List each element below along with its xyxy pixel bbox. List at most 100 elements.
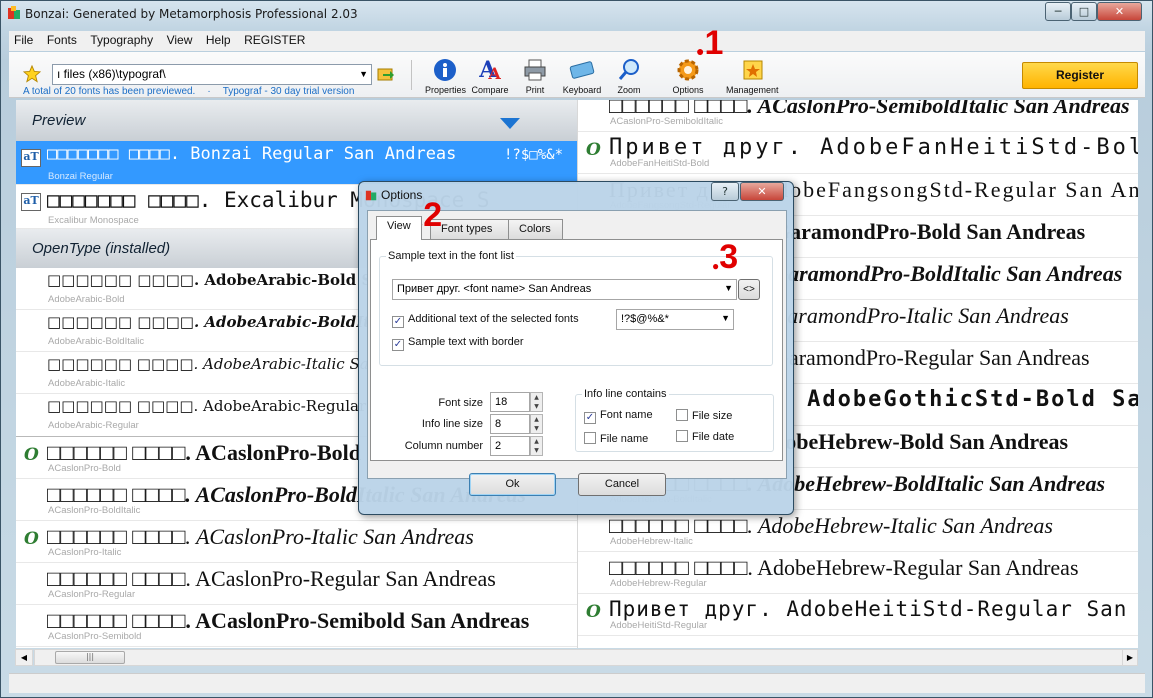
close-window-button[interactable]: ✕ [1097, 2, 1142, 21]
keyboard-icon [569, 57, 595, 83]
font-info: AdobeHebrew-Regular [610, 578, 707, 589]
info-file-size-label: File size [692, 410, 733, 422]
info-line-size-input[interactable]: 8 [490, 414, 530, 434]
zoom-button[interactable]: Zoom [613, 57, 645, 95]
checkbox-checked[interactable]: ✓ [392, 339, 404, 351]
scrollbar-thumb[interactable]: ||| [55, 651, 125, 664]
path-value: ı files (x86)\typograf\ [57, 67, 166, 81]
info-line-group-label: Info line contains [582, 388, 669, 400]
font-row[interactable]: □□□□□□ □□□□. AdobeHebrew-Italic San Andr… [578, 510, 1138, 552]
title-bar[interactable]: Bonzai: Generated by Metamorphosis Profe… [1, 1, 1152, 29]
sample-text-value: Привет друг. <font name> San Andreas [397, 283, 592, 295]
font-info: AdobeHebrew-Italic [610, 536, 693, 547]
chevron-down-icon[interactable]: ▼ [359, 69, 368, 79]
info-line-group: Info line contains ✓ Font name File size … [575, 388, 774, 452]
menu-bar: File Fonts Typography View Help REGISTER [9, 31, 1145, 51]
menu-register[interactable]: REGISTER [239, 31, 310, 49]
checkbox-unchecked[interactable] [676, 430, 688, 442]
info-file-size-checkbox[interactable]: File size [676, 409, 732, 422]
help-button[interactable]: ? [711, 182, 739, 201]
font-row[interactable]: □□□□□□ □□□□. ACaslonPro-Regular San Andr… [16, 563, 577, 605]
tab-colors[interactable]: Colors [508, 219, 563, 239]
checkbox-unchecked[interactable] [676, 409, 688, 421]
font-row-bonzai[interactable]: aT □□□□□□□ □□□□. Bonzai Regular San Andr… [16, 141, 577, 185]
font-size-input[interactable]: 18 [490, 392, 530, 412]
horizontal-scrollbar[interactable]: ||| [34, 649, 1138, 666]
additional-text-checkbox[interactable]: ✓ Additional text of the selected fonts [392, 313, 579, 328]
cancel-button[interactable]: Cancel [578, 473, 666, 496]
font-row[interactable]: □□□□□□ □□□□. ACaslonPro-SemiboldItalic S… [578, 100, 1138, 132]
maximize-button[interactable]: □ [1071, 2, 1097, 21]
keyboard-button[interactable]: Keyboard [560, 57, 604, 95]
scroll-left-arrow[interactable]: ◀ [15, 649, 33, 666]
additional-text-value: !?$@%&* [621, 313, 669, 325]
menu-help[interactable]: Help [201, 31, 236, 49]
toolbar: ı files (x86)\typograf\ ▼ Properties AA C… [9, 52, 1145, 98]
ok-button[interactable]: Ok [469, 473, 556, 496]
printer-icon [522, 57, 548, 83]
insert-tag-button[interactable]: <> [738, 279, 760, 300]
font-row[interactable]: O Привет друг. AdobeHeitiStd-Regular San … [578, 594, 1138, 636]
info-line-size-spinner[interactable]: ▲ ▼ [530, 414, 543, 434]
info-font-name-checkbox[interactable]: ✓ Font name [584, 409, 653, 424]
font-row[interactable]: O □□□□□□ □□□□. ACaslonPro-Italic San Andr… [16, 521, 577, 563]
management-button[interactable]: Management [726, 57, 779, 95]
font-info: ACaslonPro-BoldItalic [48, 505, 141, 516]
scroll-right-arrow[interactable]: ▶ [1122, 649, 1138, 666]
app-icon [8, 6, 20, 19]
close-dialog-button[interactable]: ✕ [740, 182, 784, 201]
truetype-icon: aT [21, 193, 41, 211]
truetype-icon: aT [21, 149, 41, 167]
font-row[interactable]: O Привет друг. AdobeFanHeitiStd-Bold San … [578, 132, 1138, 174]
minimize-button[interactable]: ─ [1045, 2, 1071, 21]
menu-fonts[interactable]: Fonts [42, 31, 82, 49]
sample-group-label: Sample text in the font list [386, 250, 516, 262]
star-icon[interactable] [23, 65, 41, 83]
compare-button[interactable]: AA Compare [470, 57, 510, 95]
sample-border-checkbox[interactable]: ✓ Sample text with border [392, 336, 524, 351]
management-icon [738, 57, 764, 83]
font-size-spinner[interactable]: ▲ ▼ [530, 392, 543, 412]
checkbox-checked[interactable]: ✓ [392, 316, 404, 328]
trial-text: Typograf - 30 day trial version [222, 86, 355, 97]
info-file-name-label: File name [600, 433, 649, 445]
column-number-spinner[interactable]: ▲ ▼ [530, 436, 543, 456]
options-dialog-icon [365, 190, 377, 201]
annotation-marker-3: ●3 [712, 238, 739, 276]
font-info: ACaslonPro-Semibold [48, 631, 142, 642]
management-label: Management [726, 85, 779, 95]
path-combobox[interactable]: ı files (x86)\typograf\ ▼ [52, 64, 372, 85]
properties-label: Properties [425, 85, 467, 95]
font-row[interactable]: □□□□□□ □□□□. AdobeHebrew-Regular San And… [578, 552, 1138, 594]
tab-view[interactable]: View [376, 216, 422, 240]
register-button[interactable]: Register [1022, 62, 1138, 89]
font-info: AdobeArabic-Bold [48, 294, 125, 305]
sample-text-combobox[interactable]: Привет друг. <font name> San Andreas ▼ [392, 279, 737, 300]
chevron-down-icon[interactable]: ▼ [721, 313, 730, 323]
chevron-down-icon[interactable]: ▼ [724, 283, 733, 293]
font-info: ACaslonPro-Italic [48, 547, 122, 558]
collapse-arrow-icon[interactable] [500, 118, 520, 129]
status-separator: · [207, 86, 211, 97]
print-button[interactable]: Print [517, 57, 553, 95]
checkbox-checked[interactable]: ✓ [584, 412, 596, 424]
print-label: Print [525, 85, 545, 95]
info-file-name-checkbox[interactable]: File name [584, 432, 648, 445]
menu-file[interactable]: File [9, 31, 38, 49]
annotation-2-text: 2 [423, 196, 443, 234]
column-number-label: Column number [404, 440, 483, 452]
font-info: Excalibur Monospace [48, 215, 139, 226]
font-info: ACaslonPro-Regular [48, 589, 136, 600]
info-file-date-label: File date [692, 431, 735, 443]
additional-text-combobox[interactable]: !?$@%&* ▼ [616, 309, 734, 330]
preview-group-header[interactable]: Preview [16, 100, 577, 141]
font-info: AdobeHeitiStd-Regular [610, 620, 708, 631]
info-file-date-checkbox[interactable]: File date [676, 430, 734, 443]
column-number-input[interactable]: 2 [490, 436, 530, 456]
font-row[interactable]: □□□□□□ □□□□. ACaslonPro-Semibold San And… [16, 605, 577, 647]
properties-button[interactable]: Properties [425, 57, 467, 95]
menu-typography[interactable]: Typography [85, 31, 158, 49]
menu-view[interactable]: View [162, 31, 198, 49]
folder-go-icon[interactable] [377, 65, 395, 82]
checkbox-unchecked[interactable] [584, 432, 596, 444]
